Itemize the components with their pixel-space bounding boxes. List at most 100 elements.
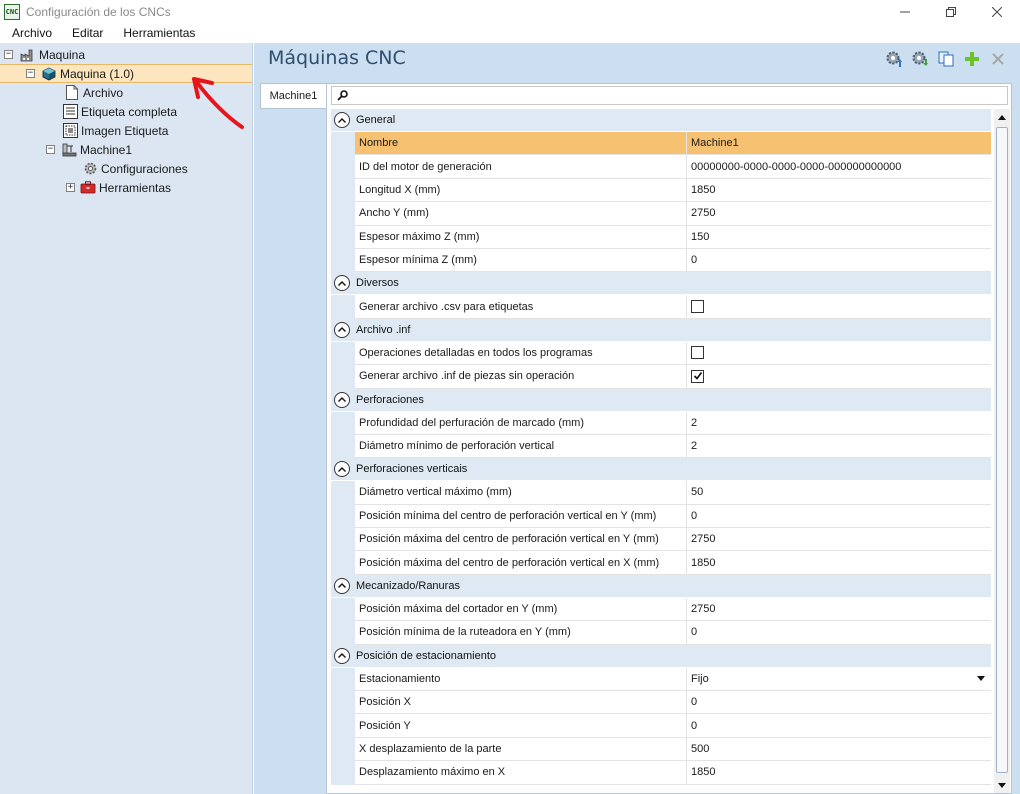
property-row[interactable]: Operaciones detalladas en todos los prog… (331, 341, 991, 366)
property-value[interactable]: 0 (687, 714, 991, 738)
property-value[interactable]: 1850 (687, 551, 991, 575)
property-row[interactable]: Diámetro mínimo de perforación vertical 2 (331, 434, 991, 459)
import-config-button[interactable] (884, 49, 904, 69)
property-row[interactable]: Posición mínima de la ruteadora en Y (mm… (331, 621, 991, 645)
collapse-category-icon[interactable] (334, 112, 350, 128)
property-checkbox-cell[interactable] (687, 295, 991, 319)
property-value[interactable]: 500 (687, 738, 991, 762)
property-value[interactable]: 1850 (687, 761, 991, 785)
collapse-category-icon[interactable] (334, 321, 350, 338)
category-row[interactable]: Archivo .inf (331, 318, 991, 342)
property-row[interactable]: Posición Y 0 (331, 714, 991, 738)
category-row[interactable]: Diversos (331, 272, 991, 296)
property-value[interactable]: 2750 (687, 202, 991, 226)
property-checkbox-cell[interactable] (687, 342, 991, 366)
tree-item-machine1[interactable]: − Machine1 (46, 140, 132, 159)
property-row[interactable]: X desplazamiento de la parte 500 (331, 737, 991, 762)
property-row[interactable]: Estacionamiento Fijo (331, 667, 991, 692)
property-checkbox-cell[interactable] (687, 365, 991, 389)
collapse-category-icon[interactable] (334, 647, 350, 664)
property-row[interactable]: Posición máxima del cortador en Y (mm) 27… (331, 597, 991, 622)
collapse-icon[interactable]: − (4, 50, 13, 59)
property-value[interactable]: 0 (687, 621, 991, 645)
property-row[interactable]: Espesor máximo Z (mm) 150 (331, 225, 991, 249)
tab-machine1[interactable]: Machine1 (260, 83, 326, 109)
tree-label-imagen-etiqueta: Imagen Etiqueta (81, 123, 169, 138)
collapse-icon[interactable]: − (46, 145, 55, 154)
copy-button[interactable] (936, 49, 956, 69)
menu-editar[interactable]: Editar (62, 23, 113, 43)
expand-icon[interactable]: + (66, 183, 75, 192)
property-row[interactable]: Posición mínima del centro de perforació… (331, 504, 991, 529)
collapse-category-icon[interactable] (334, 275, 350, 292)
row-gutter (331, 551, 355, 575)
row-gutter (331, 365, 355, 389)
category-label: General (356, 114, 396, 126)
dropdown-arrow-icon[interactable] (977, 675, 985, 681)
minimize-button[interactable] (882, 0, 928, 23)
tree-item-archivo[interactable]: Archivo (64, 83, 123, 102)
property-row[interactable]: ID del motor de generación 00000000-0000-… (331, 155, 991, 179)
property-row[interactable]: Posición máxima del centro de perforació… (331, 528, 991, 552)
property-value[interactable]: 50 (687, 481, 991, 505)
search-bar[interactable] (331, 86, 1008, 105)
tree-item-root[interactable]: − Maquina (4, 45, 249, 64)
property-row[interactable]: Ancho Y (mm) 2750 (331, 202, 991, 226)
property-row[interactable]: Posición máxima del centro de perforació… (331, 551, 991, 575)
tree-label-root: Maquina (39, 47, 86, 62)
scroll-down-button[interactable] (994, 777, 1010, 793)
property-value-text: 2750 (691, 533, 716, 546)
checkbox-unchecked[interactable] (691, 300, 704, 314)
property-row[interactable]: Posición X 0 (331, 691, 991, 715)
property-value[interactable]: 0 (687, 505, 991, 529)
checkbox-unchecked[interactable] (691, 346, 704, 360)
property-name: Profundidad del perfuración de marcado (… (355, 411, 687, 435)
tree-item-etiqueta-completa[interactable]: Etiqueta completa (62, 102, 177, 121)
property-row[interactable]: Diámetro vertical máximo (mm) 50 (331, 481, 991, 505)
property-value[interactable]: 2750 (687, 528, 991, 552)
property-value[interactable]: Fijo (687, 668, 991, 692)
property-value[interactable]: 2 (687, 435, 991, 459)
property-row[interactable]: Generar archivo .csv para etiquetas (331, 295, 991, 319)
category-row[interactable]: Perforaciones verticais (331, 458, 991, 482)
property-value[interactable]: 150 (687, 226, 991, 249)
property-row[interactable]: Generar archivo .inf de piezas sin opera… (331, 365, 991, 389)
property-value[interactable]: 2750 (687, 598, 991, 622)
close-button[interactable] (974, 0, 1020, 23)
collapse-category-icon[interactable] (334, 461, 350, 478)
scrollbar-thumb[interactable] (996, 127, 1008, 773)
checkbox-checked[interactable] (691, 369, 704, 383)
tree-label-etiqueta-completa: Etiqueta completa (81, 104, 178, 119)
property-value[interactable]: 00000000-0000-0000-0000-000000000000 (687, 155, 991, 179)
category-row[interactable]: Perforaciones (331, 388, 991, 412)
property-row[interactable]: Longitud X (mm) 1850 (331, 178, 991, 203)
category-row[interactable]: Mecanizado/Ranuras (331, 574, 991, 598)
collapse-category-icon[interactable] (334, 577, 350, 594)
tree-item-imagen-etiqueta[interactable]: Imagen Etiqueta (62, 121, 168, 140)
property-value[interactable]: 0 (687, 691, 991, 715)
collapse-icon[interactable]: − (26, 69, 35, 78)
property-value-text: 150 (691, 230, 710, 243)
property-value[interactable]: 0 (687, 249, 991, 273)
tree-item-configuraciones[interactable]: Configuraciones (82, 159, 188, 178)
add-button[interactable] (962, 49, 982, 69)
menu-archivo[interactable]: Archivo (0, 23, 62, 43)
property-row[interactable]: Desplazamiento máximo en X 1850 (331, 761, 991, 785)
property-value[interactable]: Machine1 (687, 132, 991, 156)
collapse-category-icon[interactable] (334, 391, 350, 408)
property-row[interactable]: Nombre Machine1 (331, 132, 991, 156)
vertical-scrollbar[interactable] (994, 109, 1010, 793)
export-config-button[interactable] (910, 49, 930, 69)
property-value[interactable]: 1850 (687, 179, 991, 203)
category-row[interactable]: Posición de estacionamiento (331, 644, 991, 668)
property-value[interactable]: 2 (687, 412, 991, 435)
menu-herramientas[interactable]: Herramientas (113, 23, 205, 43)
delete-button[interactable] (988, 49, 1008, 69)
scroll-up-button[interactable] (994, 109, 1010, 125)
search-input[interactable] (349, 87, 1007, 104)
category-row[interactable]: General (331, 109, 991, 132)
tree-item-herramientas[interactable]: + Herramientas (66, 178, 171, 197)
restore-button[interactable] (928, 0, 974, 23)
property-row[interactable]: Profundidad del perfuración de marcado (… (331, 411, 991, 435)
property-row[interactable]: Espesor mínima Z (mm) 0 (331, 248, 991, 273)
